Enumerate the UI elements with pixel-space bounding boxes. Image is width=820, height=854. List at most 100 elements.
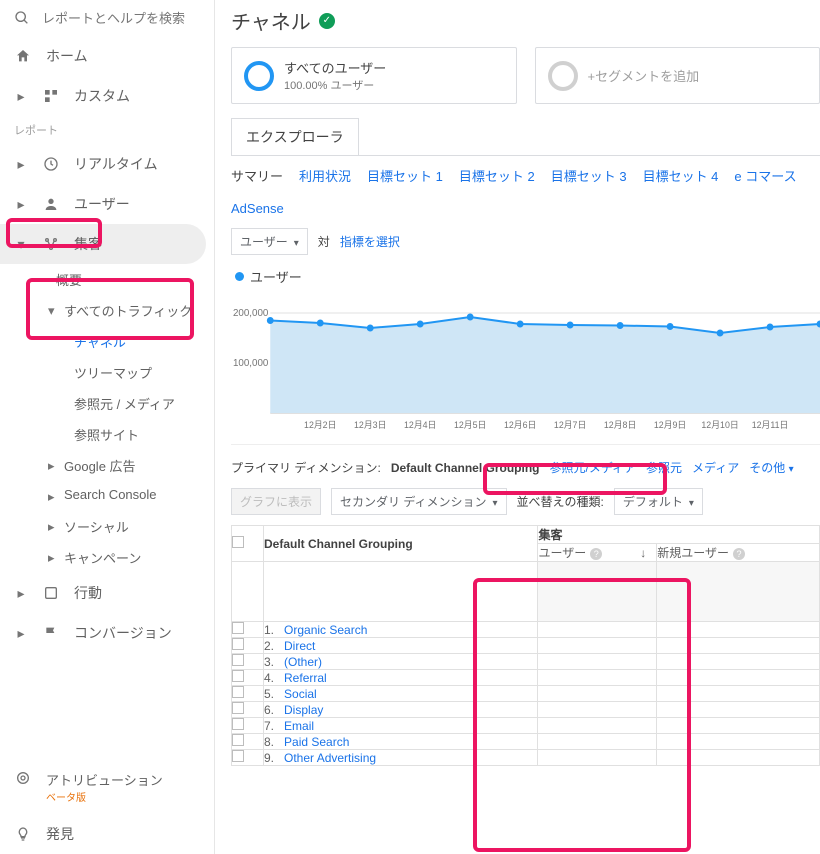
nav-home[interactable]: ホーム (0, 36, 214, 76)
nav-discover[interactable]: 発見 (0, 814, 214, 854)
table-row: 9.Other Advertising (232, 750, 820, 766)
channel-link[interactable]: Email (284, 719, 314, 733)
checkbox[interactable] (232, 670, 244, 682)
acq-overview[interactable]: 概要 (0, 264, 214, 295)
nav-user-label: ユーザー (74, 194, 130, 214)
caret-down-icon (689, 495, 694, 509)
nav-discover-label: 発見 (46, 824, 74, 844)
nav-acquisition[interactable]: ▾ 集客 (0, 224, 206, 264)
checkbox[interactable] (232, 734, 244, 746)
acq-channel[interactable]: チャネル (0, 326, 214, 357)
nav-custom-label: カスタム (74, 86, 130, 106)
segment-row: すべてのユーザー 100.00% ユーザー +セグメントを追加 (231, 47, 820, 118)
caret-down-icon (789, 461, 794, 475)
nav-conversion[interactable]: ▸ コンバージョン (0, 613, 214, 653)
nav-behavior[interactable]: ▸ 行動 (0, 573, 214, 613)
sort-selector[interactable]: デフォルト (614, 488, 703, 515)
svg-text:12月4日: 12月4日 (404, 420, 436, 430)
nav-custom[interactable]: ▸ カスタム (0, 76, 214, 116)
nav-attribution[interactable]: アトリビューション ベータ版 (0, 760, 214, 814)
channel-link[interactable]: Referral (284, 671, 327, 685)
secondary-dim[interactable]: セカンダリ ディメンション (331, 488, 507, 515)
beta-badge: ベータ版 (46, 789, 163, 804)
segment-all-users[interactable]: すべてのユーザー 100.00% ユーザー (231, 47, 517, 104)
caret-right-icon: ▸ (14, 88, 28, 105)
row-newusers-cell (657, 670, 820, 686)
caret-down-icon (493, 495, 498, 509)
dim-medium[interactable]: メディア (692, 459, 739, 476)
subtab-goal3[interactable]: 目標セット 3 (551, 166, 627, 185)
acq-google-ads[interactable]: ▸Google 広告 (0, 450, 214, 481)
th-default-channel-grouping[interactable]: Default Channel Grouping (264, 526, 538, 562)
info-icon[interactable]: ? (733, 548, 745, 560)
channel-link[interactable]: Direct (284, 639, 315, 653)
svg-text:12月10日: 12月10日 (701, 420, 738, 430)
info-icon[interactable]: ? (590, 548, 602, 560)
nav-realtime-label: リアルタイム (74, 154, 158, 174)
nav-attribution-label: アトリビューション (46, 770, 163, 789)
acq-source-medium[interactable]: 参照元 / メディア (0, 388, 214, 419)
subtab-goal2[interactable]: 目標セット 2 (459, 166, 535, 185)
caret-right-icon: ▸ (48, 487, 58, 505)
search-row (0, 0, 214, 36)
subtab-goal4[interactable]: 目標セット 4 (643, 166, 719, 185)
row-users-cell (538, 638, 657, 654)
checkbox[interactable] (232, 686, 244, 698)
acq-search-console[interactable]: ▸Search Console (0, 481, 214, 511)
row-name-cell: 3.(Other) (264, 654, 538, 670)
metric-select-prompt[interactable]: 指標を選択 (340, 233, 400, 250)
channel-link[interactable]: Social (284, 687, 317, 701)
subtab-ecom[interactable]: e コマース (734, 166, 796, 185)
acq-referral[interactable]: 参照サイト (0, 419, 214, 450)
checkbox[interactable] (232, 536, 244, 548)
channel-link[interactable]: Other Advertising (284, 751, 376, 765)
row-checkbox-cell (232, 750, 264, 766)
row-name-cell: 9.Other Advertising (264, 750, 538, 766)
nav-realtime[interactable]: ▸ リアルタイム (0, 144, 214, 184)
row-checkbox-cell (232, 654, 264, 670)
acq-all-traffic-label: すべてのトラフィック (64, 301, 192, 320)
dimension-row: プライマリ ディメンション: Default Channel Grouping … (231, 444, 820, 482)
acquisition-icon (42, 236, 60, 252)
dim-source-medium[interactable]: 参照元/メディア (550, 459, 637, 476)
ytick-100k: 100,000 (233, 358, 269, 369)
th-new-users[interactable]: 新規ユーザー? (657, 544, 820, 562)
caret-right-icon: ▸ (14, 585, 28, 602)
dim-source[interactable]: 参照元 (646, 459, 682, 476)
plot-button[interactable]: グラフに表示 (231, 488, 321, 515)
row-users-cell (538, 686, 657, 702)
channel-link[interactable]: Display (284, 703, 323, 717)
subtab-adsense[interactable]: AdSense (231, 201, 284, 216)
subtab-summary[interactable]: サマリー (231, 166, 283, 185)
channel-link[interactable]: Organic Search (284, 623, 367, 637)
search-input[interactable] (42, 11, 200, 26)
checkbox[interactable] (232, 718, 244, 730)
acq-campaign[interactable]: ▸キャンペーン (0, 542, 214, 573)
checkbox[interactable] (232, 622, 244, 634)
nav-user[interactable]: ▸ ユーザー (0, 184, 214, 224)
dim-other[interactable]: その他 (749, 459, 793, 476)
th-acquisition-group: 集客 (538, 526, 820, 544)
channel-link[interactable]: Paid Search (284, 735, 349, 749)
segment-add[interactable]: +セグメントを追加 (535, 47, 820, 104)
channel-link[interactable]: (Other) (284, 655, 322, 669)
th-users[interactable]: ユーザー? ↓ (538, 544, 657, 562)
metric-selector[interactable]: ユーザー (231, 228, 308, 255)
row-name-cell: 5.Social (264, 686, 538, 702)
acq-social[interactable]: ▸ソーシャル (0, 511, 214, 542)
subtab-goal1[interactable]: 目標セット 1 (367, 166, 443, 185)
checkbox[interactable] (232, 638, 244, 650)
row-newusers-cell (657, 622, 820, 638)
row-checkbox-cell (232, 718, 264, 734)
legend-label: ユーザー (250, 267, 302, 286)
checkbox[interactable] (232, 702, 244, 714)
acq-treemap[interactable]: ツリーマップ (0, 357, 214, 388)
subtab-usage[interactable]: 利用状況 (299, 166, 351, 185)
checkbox[interactable] (232, 654, 244, 666)
sidebar: ホーム ▸ カスタム レポート ▸ リアルタイム ▸ ユーザー ▾ (0, 0, 215, 854)
control-row: グラフに表示 セカンダリ ディメンション 並べ替えの種類: デフォルト (231, 482, 820, 525)
acq-all-traffic[interactable]: ▾ すべてのトラフィック (0, 295, 214, 326)
checkbox[interactable] (232, 750, 244, 762)
tab-explorer[interactable]: エクスプローラ (231, 118, 359, 156)
behavior-icon (42, 585, 60, 601)
